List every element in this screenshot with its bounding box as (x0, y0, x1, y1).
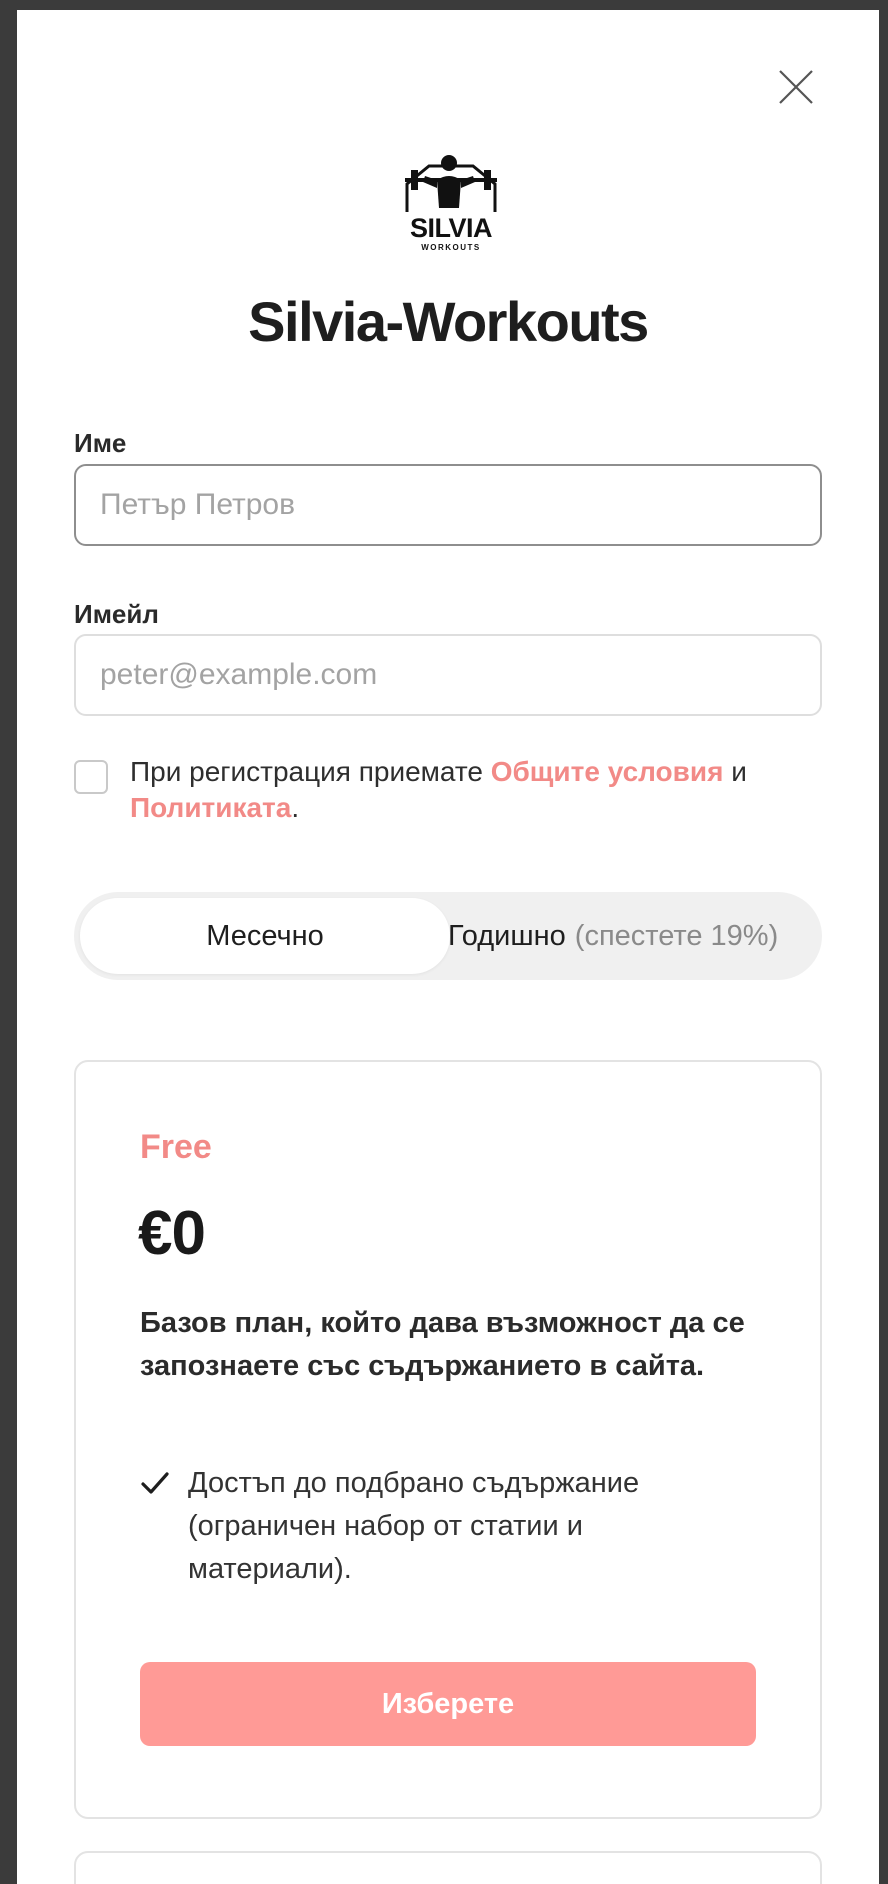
signup-modal: SILVIA WORKOUTS Silvia-Workouts Име Имей… (17, 10, 879, 1884)
consent-suffix: . (291, 792, 300, 823)
svg-text:SILVIA: SILVIA (410, 213, 492, 243)
name-input[interactable] (74, 464, 822, 546)
close-icon (779, 70, 813, 104)
plan-card-free: Free €0 Базов план, който дава възможнос… (74, 1060, 822, 1819)
consent-prefix: При регистрация приемате (130, 756, 491, 787)
email-input[interactable] (74, 634, 822, 716)
terms-checkbox[interactable] (74, 760, 108, 794)
plan-name: Free (140, 1128, 212, 1166)
check-icon (140, 1468, 170, 1498)
toggle-yearly[interactable]: Годишно (спестете 19%) (448, 892, 778, 980)
site-logo: SILVIA WORKOUTS (401, 150, 501, 260)
policy-link[interactable]: Политиката (130, 792, 291, 823)
name-label: Име (74, 428, 127, 458)
select-plan-button[interactable]: Изберете (140, 1662, 756, 1746)
plan-card-next (74, 1851, 822, 1884)
toggle-monthly[interactable]: Месечно (80, 898, 450, 974)
terms-link[interactable]: Общите условия (491, 756, 724, 787)
plan-price: €0 (138, 1199, 206, 1268)
close-button[interactable] (777, 68, 815, 106)
svg-text:WORKOUTS: WORKOUTS (421, 243, 481, 252)
plan-description: Базов план, който дава възможност да се … (140, 1307, 745, 1382)
plan-feature-text: Достъп до подбрано съдържание (ограничен… (188, 1467, 640, 1585)
email-label: Имейл (74, 599, 159, 629)
consent-text: При регистрация приемате Общите условия … (130, 754, 830, 826)
site-title: Silvia-Workouts (248, 290, 649, 353)
yearly-savings: (спестете 19%) (574, 919, 779, 952)
billing-period-toggle: Месечно Годишно (спестете 19%) (74, 892, 822, 980)
consent-and: и (723, 756, 747, 787)
yearly-label: Годишно (448, 919, 566, 952)
